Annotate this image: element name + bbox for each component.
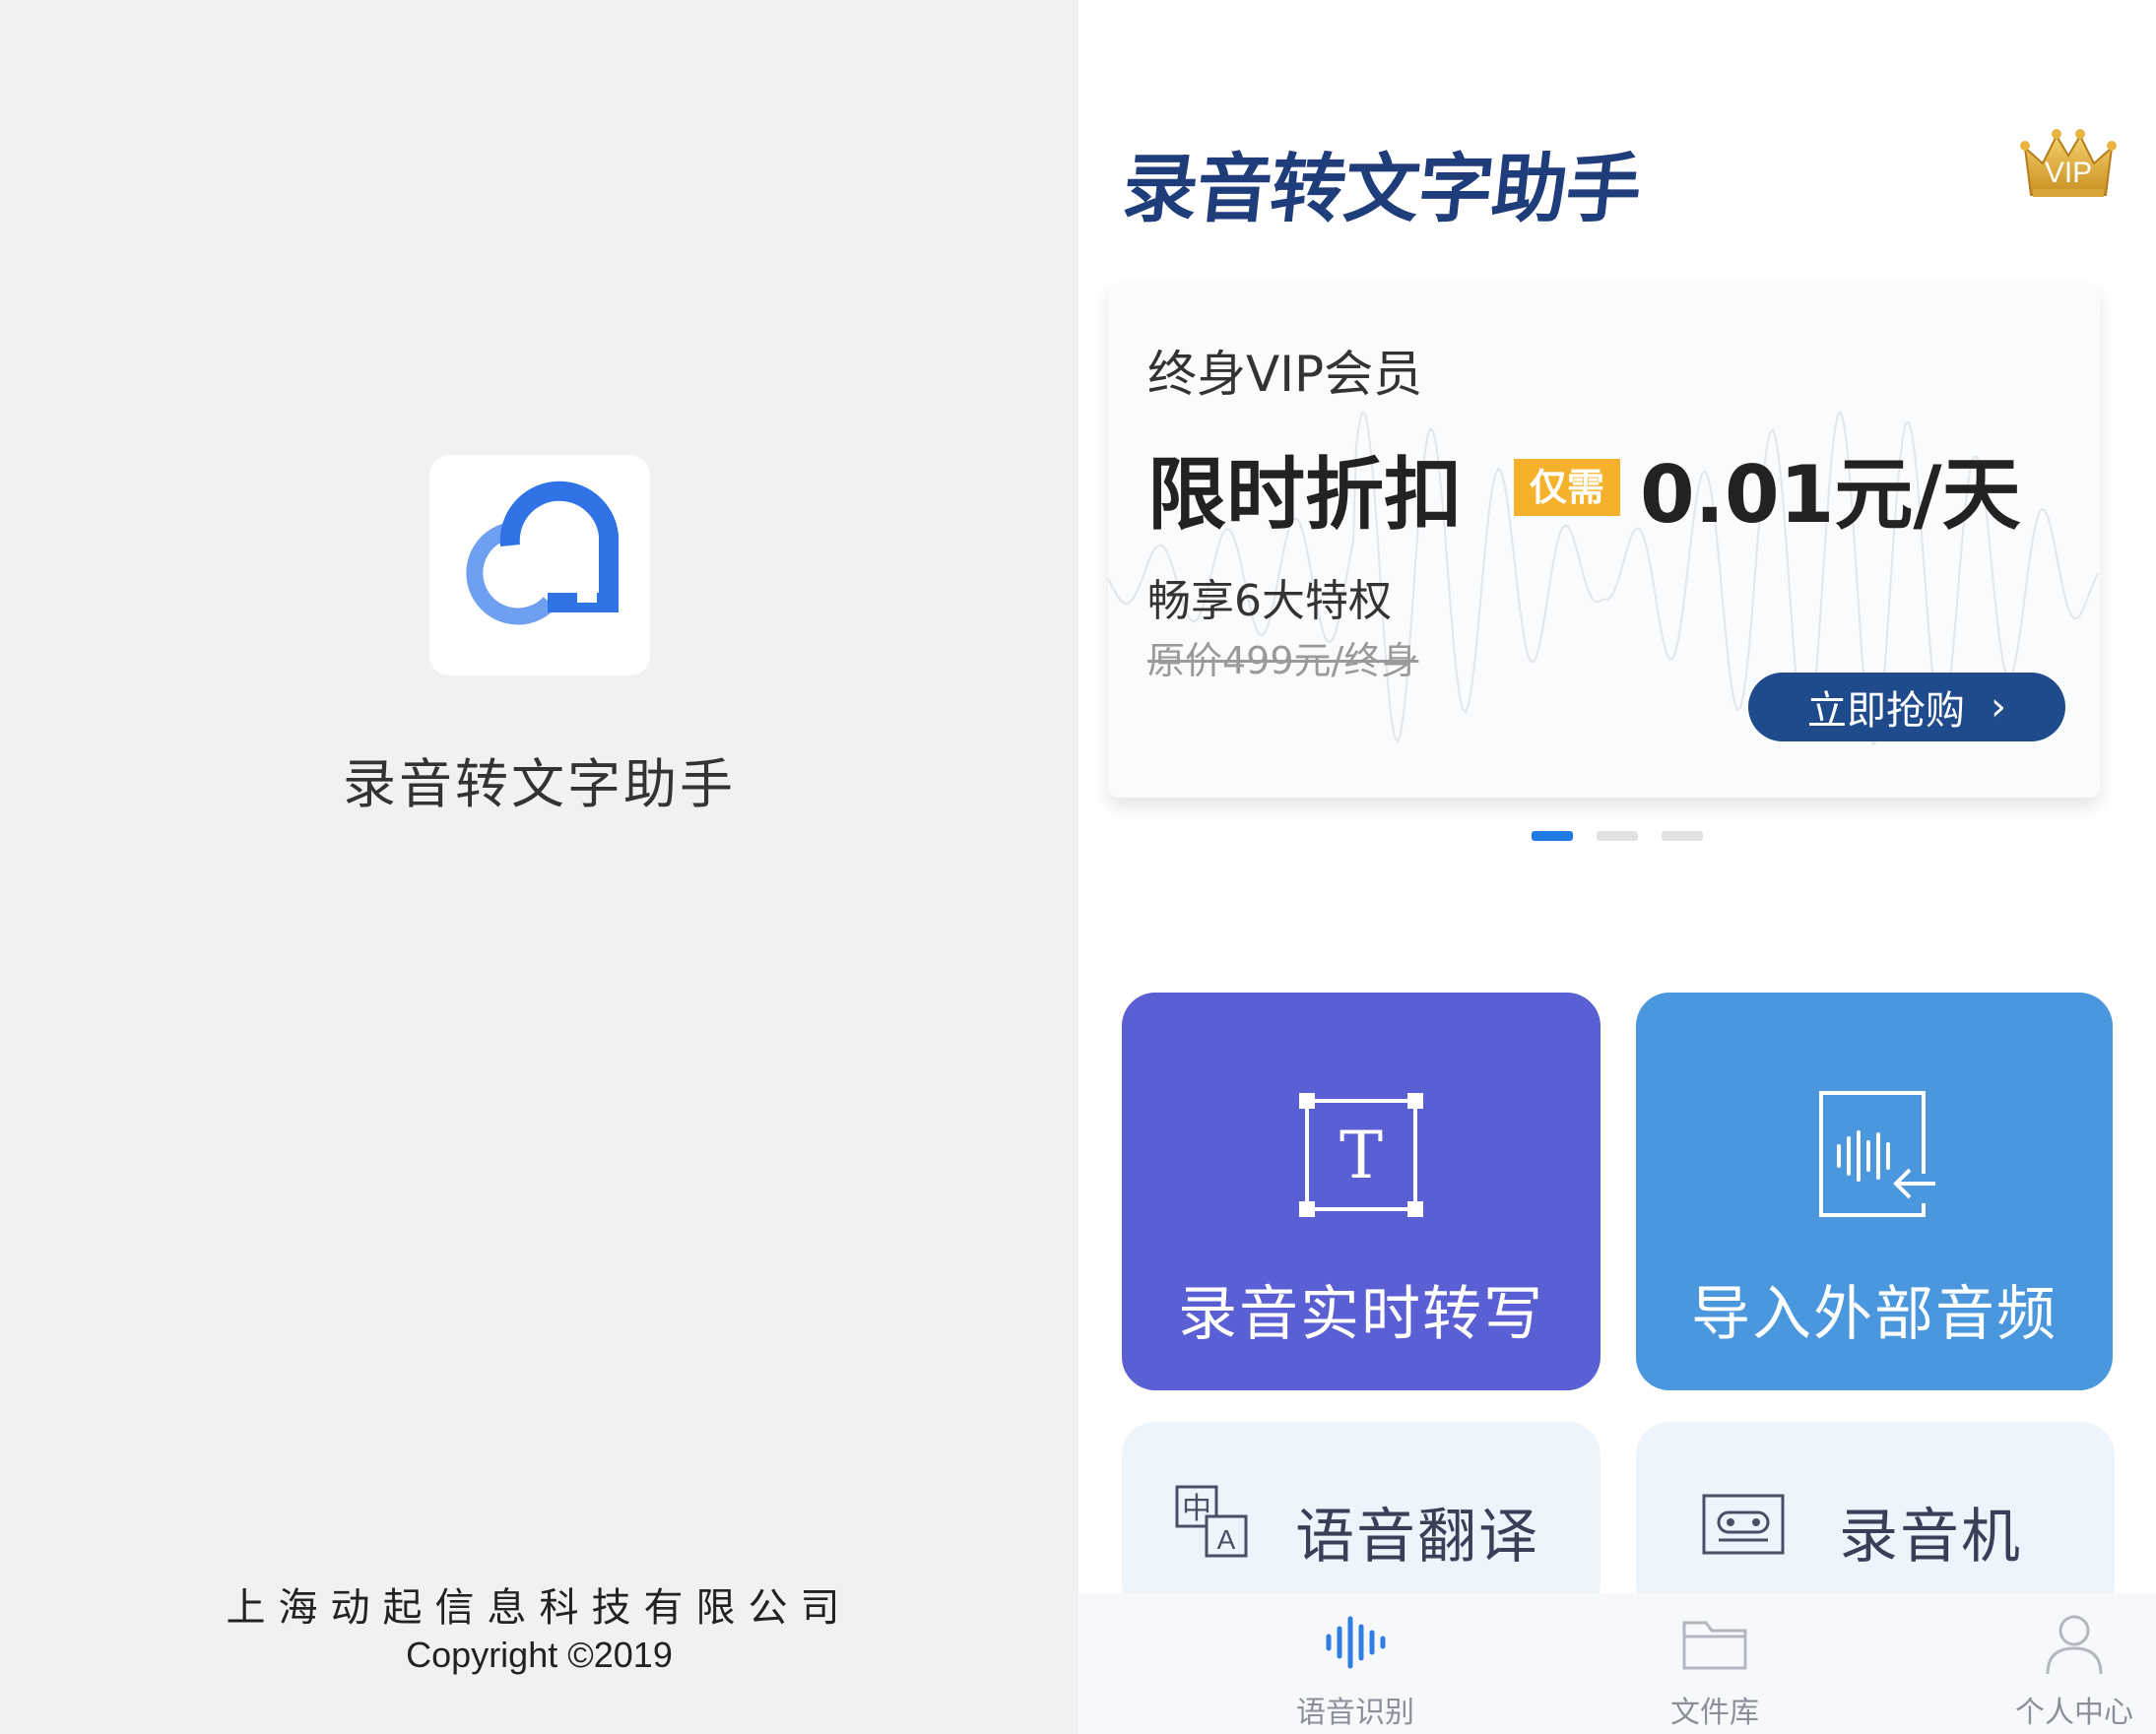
page-dot-2[interactable]: [1597, 831, 1638, 841]
page-title: 录音转文字助手: [1118, 145, 1645, 232]
import-audio-file-icon: [1819, 1091, 1939, 1217]
buy-now-button[interactable]: 立即抢购 ›: [1748, 673, 2065, 741]
banner-headline: 限时折扣: [1147, 449, 1463, 541]
bottom-tab-bar: 语音识别 文件库 个人中心: [1078, 1593, 2156, 1734]
app-logo: [429, 455, 650, 675]
price-tag-badge: 仅需: [1514, 459, 1620, 516]
svg-text:T: T: [1339, 1118, 1383, 1193]
cassette-tape-icon: [1702, 1494, 1785, 1555]
banner-price: 0.01元/天: [1640, 449, 2021, 541]
voice-translate-button[interactable]: 中 A 语音翻译: [1122, 1422, 1601, 1619]
vip-label: VIP: [2045, 157, 2092, 189]
tab-personal-center[interactable]: 个人中心: [1936, 1593, 2156, 1734]
import-audio-button[interactable]: 导入外部音频: [1636, 993, 2113, 1390]
import-audio-label: 导入外部音频: [1691, 1280, 2058, 1349]
original-price: 原价499元/终身: [1147, 639, 1419, 682]
buy-now-label: 立即抢购: [1807, 688, 1965, 734]
live-transcribe-label: 录音实时转写: [1178, 1280, 1544, 1349]
home-screen: 录音转文字助手 VIP 终身VIP会员 限时折扣 仅需 0.01元/天 畅享6大…: [1078, 0, 2156, 1734]
splash-app-name: 录音转文字助手: [343, 753, 736, 815]
text-frame-icon: T: [1299, 1093, 1423, 1217]
tab-label: 文件库: [1670, 1696, 1759, 1730]
chat-bubble-logo-icon: [466, 481, 619, 625]
vip-promo-banner[interactable]: 终身VIP会员 限时折扣 仅需 0.01元/天 畅享6大特权 原价499元/终身…: [1108, 284, 2100, 798]
voice-translate-label: 语音翻译: [1295, 1503, 1539, 1572]
vip-crown-icon[interactable]: VIP: [2019, 126, 2118, 205]
recorder-label: 录音机: [1839, 1503, 2022, 1572]
copyright-text: Copyright ©2019: [406, 1635, 673, 1675]
banner-subtitle: 终身VIP会员: [1147, 346, 1423, 403]
screenshot-root: 录音转文字助手 上海动起信息科技有限公司 Copyright ©2019 录音转…: [0, 0, 2156, 1734]
page-dot-3[interactable]: [1662, 831, 1703, 841]
svg-text:A: A: [1217, 1524, 1236, 1555]
banner-page-indicator: [1532, 831, 1703, 841]
company-name: 上海动起信息科技有限公司: [226, 1585, 853, 1631]
live-transcribe-button[interactable]: T 录音实时转写: [1122, 993, 1601, 1390]
folder-icon: [1682, 1621, 1747, 1670]
tab-voice-recognition[interactable]: 语音识别: [1217, 1593, 1493, 1734]
chevron-right-icon: ›: [1991, 684, 2006, 730]
tab-label: 个人中心: [2015, 1696, 2133, 1730]
banner-privileges: 畅享6大特权: [1147, 576, 1392, 626]
tab-label: 语音识别: [1296, 1696, 1414, 1730]
tab-file-library[interactable]: 文件库: [1577, 1593, 1853, 1734]
waveform-icon: [1326, 1616, 1386, 1669]
person-icon: [2046, 1615, 2103, 1675]
splash-screen: 录音转文字助手 上海动起信息科技有限公司 Copyright ©2019: [0, 0, 1078, 1734]
translate-icon: 中 A: [1175, 1485, 1248, 1558]
recorder-button[interactable]: 录音机: [1636, 1422, 2115, 1619]
page-dot-1[interactable]: [1532, 831, 1573, 841]
